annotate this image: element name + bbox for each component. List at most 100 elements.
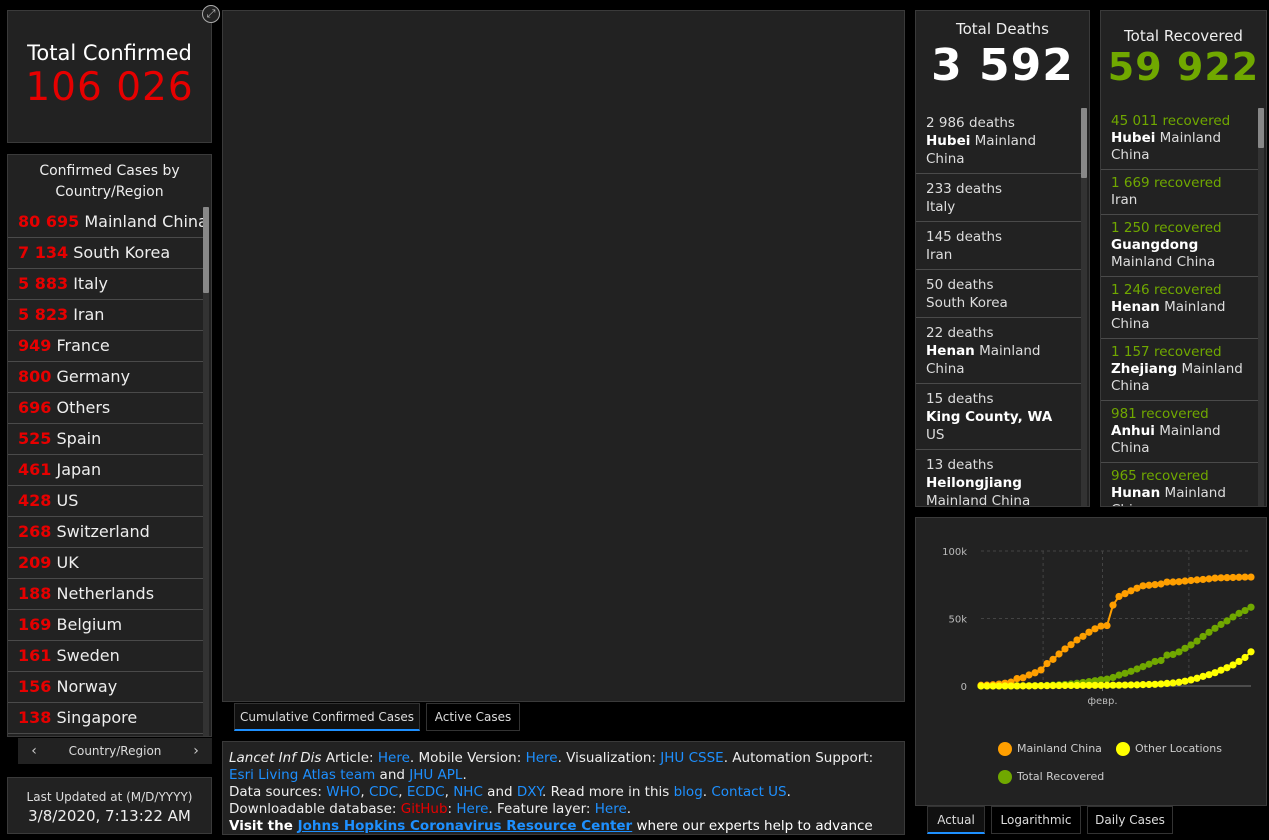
esri-link[interactable]: Esri Living Atlas team [229, 767, 375, 783]
expand-icon[interactable]: ⤢ [202, 5, 220, 23]
death-row[interactable]: 50 deaths South Korea [916, 270, 1084, 318]
data-point [1223, 617, 1231, 625]
y-tick-label: 50k [948, 615, 967, 626]
prev-page-icon[interactable]: ‹ [24, 738, 44, 764]
cdc-link[interactable]: CDC [369, 784, 398, 800]
country-row[interactable]: 268 Switzerland [8, 517, 204, 548]
recovered-row[interactable]: 981 recovered Anhui Mainland China [1101, 401, 1261, 463]
y-tick-label: 0 [961, 682, 967, 693]
country-count: 138 [18, 708, 52, 727]
contact-link[interactable]: Contact US [711, 784, 786, 800]
feature-layer-link[interactable]: Here [595, 801, 627, 817]
total-confirmed-value: 106 026 [25, 65, 194, 110]
dxy-link[interactable]: DXY [517, 784, 542, 800]
info-panel: Lancet Inf Dis Article: Here. Mobile Ver… [222, 741, 905, 835]
country-row[interactable]: 156 Norway [8, 672, 204, 703]
ecdc-link[interactable]: ECDC [407, 784, 445, 800]
data-point [1217, 620, 1225, 629]
country-scrollbar-thumb[interactable] [203, 207, 209, 293]
download-label: Downloadable database: [229, 801, 401, 817]
recovered-row[interactable]: 45 011 recovered Hubei Mainland China [1101, 108, 1261, 170]
next-page-icon[interactable]: › [186, 738, 206, 764]
recovered-location: Zhejiang Mainland China [1111, 361, 1243, 394]
x-tick-label: февр. [1087, 696, 1117, 707]
recovered-row[interactable]: 1 246 recovered Henan Mainland China [1101, 277, 1261, 339]
recovered-scrollbar-thumb[interactable] [1258, 108, 1264, 148]
tab-active-cases[interactable]: Active Cases [426, 703, 520, 731]
who-link[interactable]: WHO [326, 784, 360, 800]
recovered-scrollbar[interactable] [1258, 108, 1264, 506]
country-row[interactable]: 428 US [8, 486, 204, 517]
recovered-row[interactable]: 965 recoveredHunan Mainland China [1101, 463, 1261, 506]
jhu-center-link[interactable]: Johns Hopkins Coronavirus Resource Cente… [298, 818, 633, 834]
death-row[interactable]: 233 deaths Italy [916, 174, 1084, 222]
tab-actual[interactable]: Actual [927, 806, 985, 834]
data-point [1103, 675, 1111, 683]
total-deaths-value: 3 592 [931, 40, 1074, 91]
country-row[interactable]: 80 695 Mainland China [8, 207, 204, 238]
country-row[interactable]: 5 823 Iran [8, 300, 204, 331]
country-row[interactable]: 525 Spain [8, 424, 204, 455]
death-count: 2 986 deaths [926, 115, 1015, 131]
tab-daily-cases[interactable]: Daily Cases [1087, 806, 1173, 834]
info-line-4: Downloadable database: GitHub: Here. Fea… [229, 801, 632, 817]
data-point [1073, 636, 1081, 644]
country-row[interactable]: 169 Belgium [8, 610, 204, 641]
github-link[interactable]: GitHub [401, 801, 448, 817]
country-row[interactable]: 949 France [8, 331, 204, 362]
legend-other-locations[interactable]: Other Locations [1116, 742, 1222, 756]
article-link[interactable]: Here [378, 750, 410, 766]
country-list[interactable]: 80 695 Mainland China 7 134 South Korea 5 … [8, 207, 204, 736]
legend-total-recovered[interactable]: Total Recovered [998, 770, 1104, 784]
and-text-2: and [482, 784, 517, 800]
country-name: Sweden [56, 646, 120, 665]
mobile-link[interactable]: Here [526, 750, 558, 766]
recovered-list[interactable]: 45 011 recovered Hubei Mainland China 1 66… [1101, 108, 1261, 506]
tab-logarithmic[interactable]: Logarithmic [991, 806, 1081, 834]
country-row[interactable]: 5 883 Italy [8, 269, 204, 300]
chart-panel: 100k 50k 0 февр. Mainland China Other Locat… [915, 517, 1267, 806]
jhu-csse-link[interactable]: JHU CSSE [660, 750, 723, 766]
country-name: Others [56, 398, 111, 417]
death-location: Hubei Mainland China [926, 133, 1037, 167]
data-point [1175, 678, 1183, 686]
country-row[interactable]: 696 Others [8, 393, 204, 424]
mobile-label: . Mobile Version: [409, 750, 526, 766]
death-row[interactable]: 13 deaths Heilongjiang Mainland China [916, 450, 1084, 506]
country-row[interactable]: 188 Netherlands [8, 579, 204, 610]
recovered-row[interactable]: 1 157 recovered Zhejiang Mainland China [1101, 339, 1261, 401]
deaths-list[interactable]: 2 986 deaths Hubei Mainland China 233 deat… [916, 108, 1084, 506]
data-point [1175, 648, 1183, 656]
jhu-apl-link[interactable]: JHU APL [409, 767, 462, 783]
recovered-row[interactable]: 1 250 recovered Guangdong Mainland China [1101, 215, 1261, 277]
recovered-count: 1 246 recovered [1111, 282, 1222, 298]
read-more-label: . Read more in this [542, 784, 674, 800]
country-row[interactable]: 138 Singapore [8, 703, 204, 734]
country-name: South Korea [73, 243, 171, 262]
death-row[interactable]: 15 deaths King County, WA US [916, 384, 1084, 450]
country-row[interactable]: 209 UK [8, 548, 204, 579]
blog-link[interactable]: blog [674, 784, 703, 800]
legend-dot-mainland [998, 742, 1012, 756]
country-row[interactable]: 7 134 South Korea [8, 238, 204, 269]
country-row[interactable]: 461 Japan [8, 455, 204, 486]
database-link[interactable]: Here [456, 801, 488, 817]
recovered-count: 1 157 recovered [1111, 344, 1222, 360]
legend-mainland-china[interactable]: Mainland China [998, 742, 1102, 756]
country-count: 5 823 [18, 305, 69, 324]
death-row[interactable]: 145 deaths Iran [916, 222, 1084, 270]
deaths-scrollbar-thumb[interactable] [1081, 108, 1087, 178]
death-location: Henan Mainland China [926, 343, 1041, 377]
recovered-row[interactable]: 1 669 recovered Iran [1101, 170, 1261, 215]
legend-label-other: Other Locations [1135, 742, 1222, 755]
death-row[interactable]: 2 986 deaths Hubei Mainland China [916, 108, 1084, 174]
death-row[interactable]: 22 deaths Henan Mainland China [916, 318, 1084, 384]
country-row[interactable]: 800 Germany [8, 362, 204, 393]
data-point [1109, 601, 1117, 609]
country-row[interactable]: 161 Sweden [8, 641, 204, 672]
nhc-link[interactable]: NHC [453, 784, 483, 800]
data-point [1199, 632, 1207, 641]
tab-cumulative-confirmed[interactable]: Cumulative Confirmed Cases [234, 703, 420, 731]
country-count: 800 [18, 367, 52, 386]
map-view[interactable] [222, 10, 905, 702]
